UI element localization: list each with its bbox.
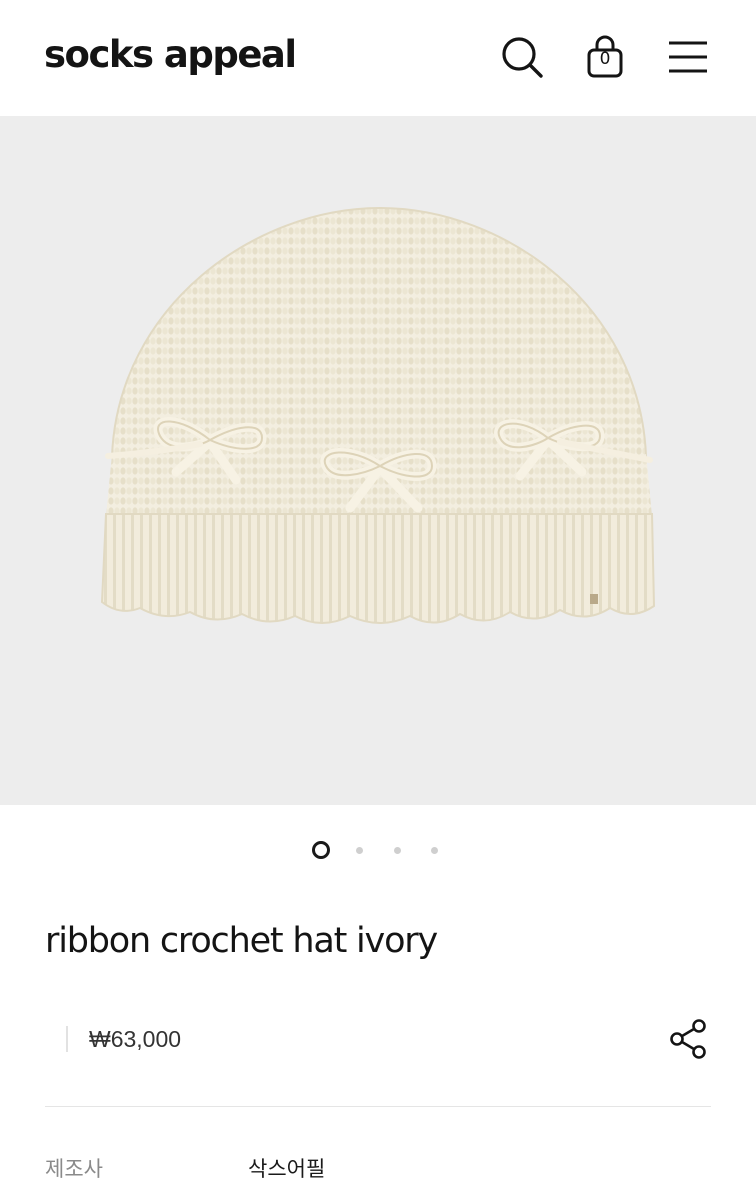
price-row: ₩63,000 bbox=[45, 1012, 711, 1068]
section-divider bbox=[45, 1106, 711, 1107]
carousel-dot[interactable] bbox=[356, 847, 363, 854]
spec-label-manufacturer: 제조사 bbox=[45, 1158, 103, 1181]
carousel-dot[interactable] bbox=[431, 847, 438, 854]
spec-value-manufacturer: 삭스어필 bbox=[248, 1158, 326, 1181]
price-divider bbox=[66, 1026, 68, 1052]
carousel-indicators bbox=[0, 838, 756, 862]
cart-button[interactable]: 0 bbox=[580, 32, 630, 82]
carousel-dot[interactable] bbox=[394, 847, 401, 854]
site-logo[interactable]: socks appeal bbox=[44, 33, 297, 77]
search-icon bbox=[502, 37, 543, 78]
product-image-carousel[interactable] bbox=[0, 116, 756, 805]
menu-button[interactable] bbox=[663, 32, 713, 82]
product-image bbox=[100, 206, 656, 624]
share-button[interactable] bbox=[665, 1016, 711, 1062]
hamburger-menu-icon bbox=[669, 41, 707, 73]
product-title: ribbon crochet hat ivory bbox=[45, 921, 438, 961]
search-button[interactable] bbox=[497, 32, 547, 82]
carousel-dot[interactable] bbox=[312, 841, 330, 859]
cart-count-badge: 0 bbox=[599, 49, 611, 69]
share-icon bbox=[670, 1019, 706, 1059]
site-header: socks appeal 0 bbox=[0, 0, 756, 116]
product-price: ₩63,000 bbox=[89, 1026, 182, 1052]
